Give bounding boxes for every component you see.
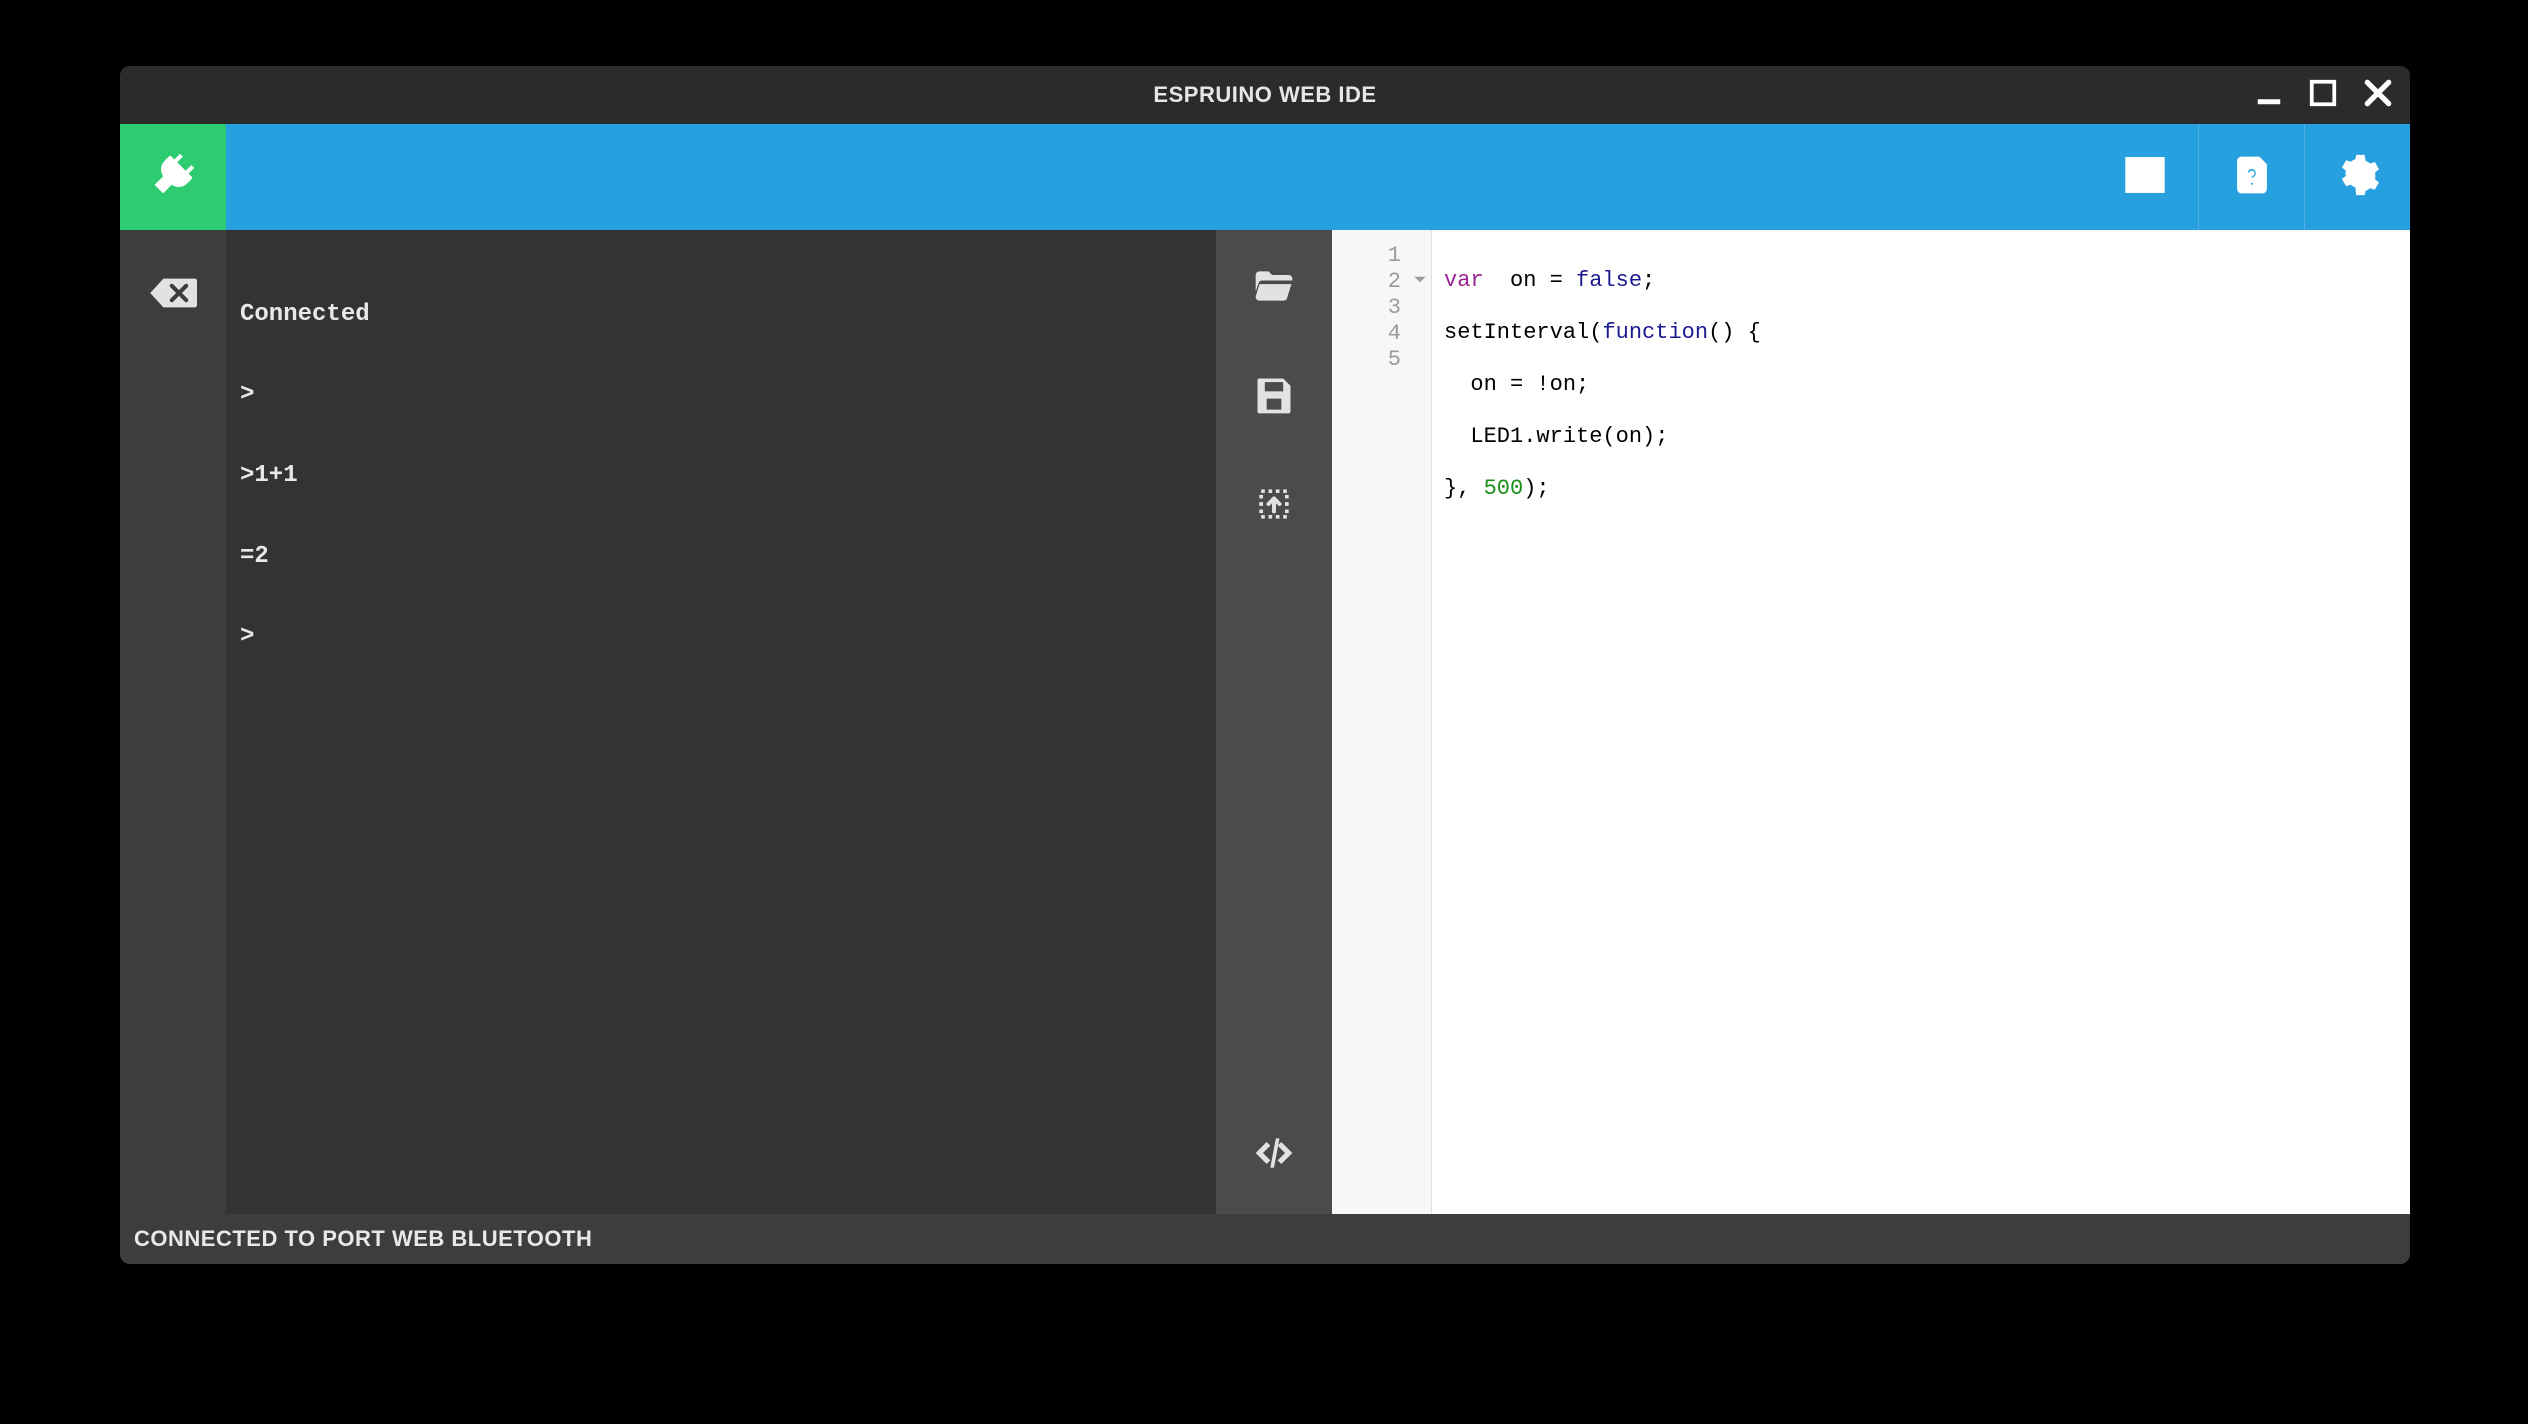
gutter-line: 2	[1332, 268, 1431, 294]
terminal-line: >1+1	[240, 463, 1202, 490]
titlebar: ESPRUINO WEB IDE	[120, 66, 2410, 124]
plug-icon	[149, 151, 197, 204]
editor-content[interactable]: var on = false; setInterval(function() {…	[1432, 230, 2410, 1214]
code-line: setInterval(function() {	[1444, 320, 2400, 346]
toggle-code-button[interactable]	[1252, 1131, 1296, 1180]
window-title: ESPRUINO WEB IDE	[1153, 82, 1376, 108]
code-editor[interactable]: 1 2 3 4 5 var on = false; setInterval(fu…	[1332, 230, 2410, 1214]
close-icon[interactable]	[2362, 77, 2394, 114]
terminal-line: Connected	[240, 302, 1202, 329]
window-controls	[2254, 66, 2394, 124]
connect-button[interactable]	[120, 124, 226, 230]
app-window: ESPRUINO WEB IDE	[120, 66, 2410, 1264]
code-line: var on = false;	[1444, 268, 2400, 294]
split-view-button[interactable]	[2092, 124, 2198, 230]
help-book-icon	[2231, 154, 2273, 201]
backspace-icon	[149, 297, 197, 314]
help-button[interactable]	[2198, 124, 2304, 230]
gutter-line: 3	[1332, 294, 1431, 320]
gear-icon	[2337, 154, 2379, 201]
terminal-line: =2	[240, 544, 1202, 571]
minimize-icon[interactable]	[2254, 78, 2284, 113]
clear-terminal-button[interactable]	[149, 276, 197, 315]
folder-open-icon	[1252, 295, 1296, 312]
main-body: Connected > >1+1 =2 >	[120, 230, 2410, 1214]
middle-toolbar	[1216, 230, 1332, 1214]
save-icon	[1252, 404, 1296, 421]
left-gutter	[120, 230, 226, 1214]
upload-to-board-button[interactable]	[1252, 482, 1296, 531]
settings-button[interactable]	[2304, 124, 2410, 230]
gutter-line: 5	[1332, 346, 1431, 372]
chip-upload-icon	[1252, 513, 1296, 530]
split-view-icon	[2124, 154, 2166, 201]
status-text: CONNECTED TO PORT WEB BLUETOOTH	[134, 1226, 592, 1252]
code-line: on = !on;	[1444, 372, 2400, 398]
code-line: LED1.write(on);	[1444, 424, 2400, 450]
save-file-button[interactable]	[1252, 373, 1296, 422]
code-icon	[1252, 1162, 1296, 1179]
statusbar: CONNECTED TO PORT WEB BLUETOOTH	[120, 1214, 2410, 1264]
toolbar	[120, 124, 2410, 230]
terminal-line: >	[240, 382, 1202, 409]
editor-gutter: 1 2 3 4 5	[1332, 230, 1432, 1214]
terminal-panel[interactable]: Connected > >1+1 =2 >	[226, 230, 1216, 1214]
maximize-icon[interactable]	[2308, 78, 2338, 113]
fold-arrow-icon[interactable]	[1413, 269, 1427, 294]
open-file-button[interactable]	[1252, 264, 1296, 313]
gutter-line: 1	[1332, 242, 1431, 268]
terminal-line: >	[240, 624, 1202, 651]
gutter-line: 4	[1332, 320, 1431, 346]
code-line: }, 500);	[1444, 476, 2400, 502]
